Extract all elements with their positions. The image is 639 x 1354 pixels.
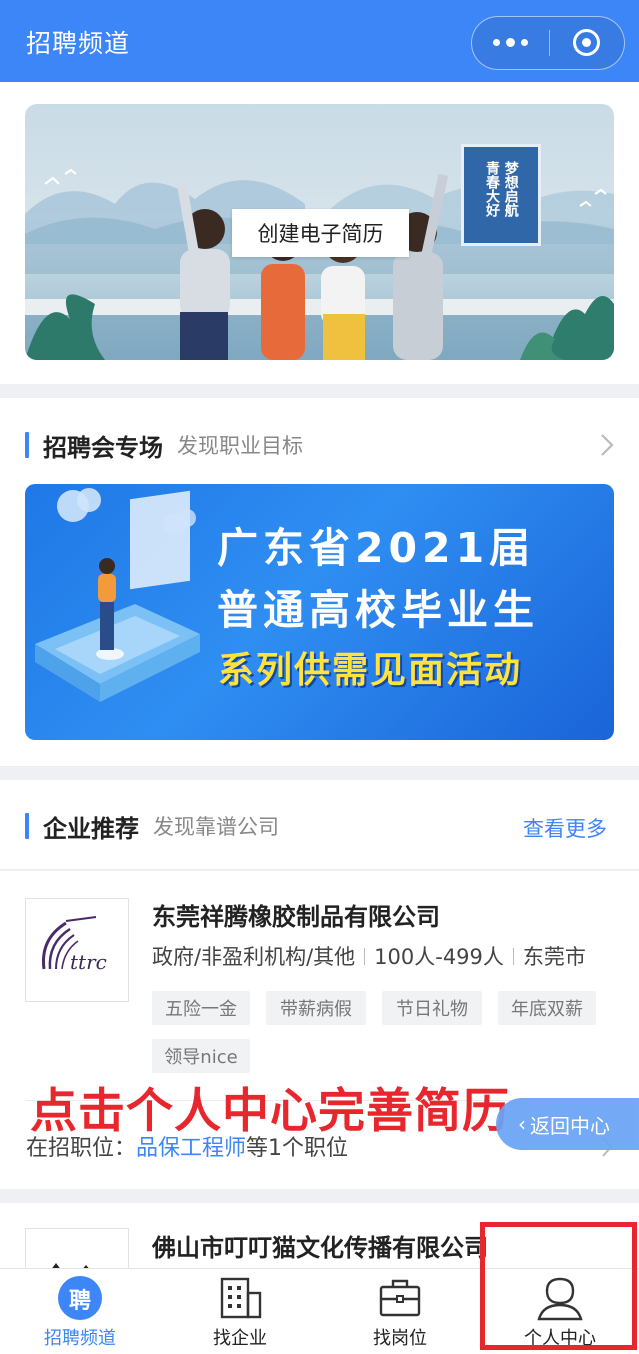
company-name[interactable]: 东莞祥腾橡胶制品有限公司 [152,897,440,932]
section-accent-bar [25,432,29,458]
benefit-tag: 五险一金 [152,991,250,1025]
user-icon [535,1275,583,1321]
job-fair-header[interactable]: 招聘会专场 发现职业目标 [25,430,303,462]
benefit-tag: 领导nice [152,1039,250,1073]
company-meta: 政府/非盈利机构/其他 100人-499人 东莞市 [152,941,586,971]
page-title: 招聘频道 [26,29,131,58]
tab-find-job[interactable]: 找岗位 [320,1269,480,1354]
more-dots-icon [493,39,500,46]
bottom-tab-bar: 聘 招聘频道 找企业 找岗位 个人中心 [0,1268,639,1354]
fair-banner-line2: 普通高校毕业生 [217,586,539,634]
section-accent-bar [25,813,29,839]
benefit-tag: 节日礼物 [382,991,482,1025]
benefit-tag: 年底双薪 [498,991,596,1025]
job-fair-banner[interactable]: 广东省2021届 普通高校毕业生 系列供需见面活动 [25,484,614,740]
ttrc-logo-icon: ttrc [41,916,107,974]
company-name[interactable]: 佛山市叮叮猫文化传播有限公司 [152,1228,488,1263]
tab-label: 招聘频道 [44,1328,116,1349]
tab-badge: 聘 [68,1289,91,1314]
company-size: 100人-499人 [374,945,504,969]
company-type: 政府/非盈利机构/其他 [152,945,356,969]
tab-recruitment-channel[interactable]: 聘 招聘频道 [0,1269,160,1354]
building-icon [217,1275,263,1321]
benefit-tag: 带薪病假 [266,991,366,1025]
more-menu-button[interactable] [472,17,549,68]
target-circle-icon [573,29,600,56]
briefcase-icon [377,1275,423,1321]
create-resume-button[interactable]: 创建电子简历 [232,209,409,257]
tab-label: 找岗位 [373,1328,427,1349]
chevron-left-icon: ‹ [518,1112,526,1136]
tab-label: 个人中心 [524,1328,596,1349]
fair-banner-line3: 系列供需见面活动 [218,650,523,691]
back-home-floating-button[interactable]: ‹ 返回中心 [496,1098,639,1150]
company-section-header: 企业推荐 发现靠谱公司 [25,811,279,843]
meta-divider [364,947,366,965]
job-fair-title: 招聘会专场 [43,433,163,462]
tab-label: 找企业 [213,1328,267,1349]
chevron-right-icon[interactable] [599,432,615,458]
fair-banner-line1: 广东省2021届 [217,524,536,572]
miniprogram-capsule [471,16,625,70]
meta-divider [512,947,514,965]
svg-text:ttrc: ttrc [70,950,107,974]
company-section-title: 企业推荐 [43,814,139,843]
company-section-subtitle: 发现靠谱公司 [153,815,279,839]
slogan-stamp: 梦想启航 青春大好 [461,144,541,246]
top-navigation-bar: 招聘频道 [0,0,639,82]
job-fair-subtitle: 发现职业目标 [177,434,303,458]
company-city: 东莞市 [522,945,586,969]
view-more-link[interactable]: 查看更多 [523,813,607,843]
company-logo: ttrc [25,898,129,1002]
pin-icon: 聘 [57,1275,103,1321]
tab-find-company[interactable]: 找企业 [160,1269,320,1354]
close-miniprogram-button[interactable] [550,17,623,68]
annotation-text: 点击个人中心完善简历 [30,1084,510,1139]
create-resume-banner[interactable]: 创建电子简历 梦想启航 青春大好 [25,104,614,360]
tab-personal-center[interactable]: 个人中心 [480,1269,639,1354]
